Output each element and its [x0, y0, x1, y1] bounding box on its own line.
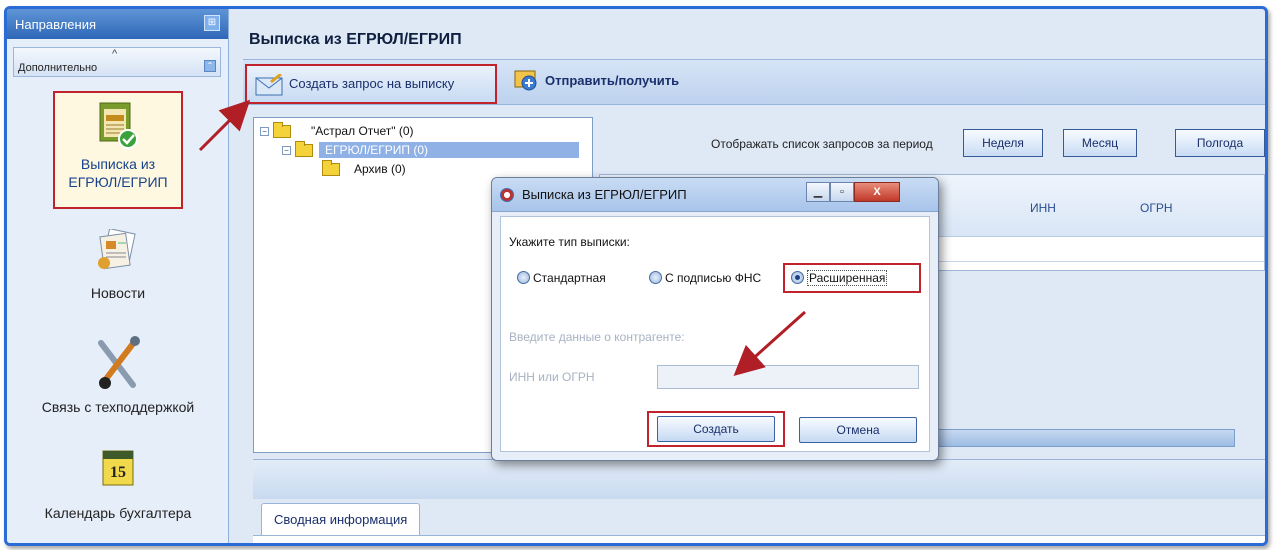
- period-month-button[interactable]: Месяц: [1063, 129, 1137, 157]
- contractor-label: Введите данные о контрагенте:: [509, 330, 685, 344]
- radio-standard[interactable]: Стандартная: [517, 271, 606, 285]
- sidebar-item-egrul[interactable]: Выписка из ЕГРЮЛ/ЕГРИП: [53, 91, 183, 209]
- radio-label: Стандартная: [533, 271, 606, 285]
- period-week-button[interactable]: Неделя: [963, 129, 1043, 157]
- sidebar-header-label: Направления: [15, 17, 97, 32]
- minimize-icon[interactable]: ▁: [806, 182, 830, 202]
- cancel-button[interactable]: Отмена: [799, 417, 917, 443]
- toolbar: Создать запрос на выписку Отправить/полу…: [243, 59, 1265, 105]
- sidebar-item-label: Новости: [90, 285, 146, 301]
- chevron-up-icon[interactable]: ^: [112, 48, 117, 60]
- news-icon: [98, 229, 136, 270]
- send-receive-label: Отправить/получить: [545, 73, 680, 88]
- extract-type-dialog: Выписка из ЕГРЮЛ/ЕГРИП ▁ ▫ X Укажите тип…: [491, 177, 939, 461]
- collapse-icon[interactable]: ⌃: [204, 60, 216, 72]
- column-ogrn[interactable]: ОГРН: [1140, 201, 1173, 215]
- dialog-title: Выписка из ЕГРЮЛ/ЕГРИП: [522, 187, 687, 202]
- radio-button-icon[interactable]: [517, 271, 530, 284]
- dialog-titlebar[interactable]: Выписка из ЕГРЮЛ/ЕГРИП ▁ ▫ X: [492, 178, 938, 212]
- tree-node-astral[interactable]: − "Астрал Отчет" (0): [260, 122, 414, 139]
- sidebar-header: Направления ⊞: [7, 9, 228, 39]
- dialog-prompt: Укажите тип выписки:: [509, 235, 630, 249]
- sidebar-item-label: Календарь бухгалтера: [44, 505, 192, 521]
- calendar-icon: 15: [102, 450, 134, 486]
- radio-label: Расширенная: [807, 270, 888, 286]
- radio-button-selected-icon[interactable]: [791, 271, 804, 284]
- inn-ogrn-label: ИНН или ОГРН: [509, 370, 595, 384]
- tab-summary[interactable]: Сводная информация: [261, 503, 421, 535]
- folder-icon: [295, 141, 313, 158]
- splitter-bar[interactable]: [253, 459, 1265, 499]
- create-request-label: Создать запрос на выписку: [289, 76, 455, 91]
- summary-pane: [253, 535, 1265, 543]
- send-receive-button[interactable]: Отправить/получить: [513, 70, 680, 91]
- radio-button-icon[interactable]: [649, 271, 662, 284]
- tree-node-archive[interactable]: Архив (0): [312, 160, 406, 177]
- tree-node-label: ЕГРЮЛ/ЕГРИП (0): [319, 142, 579, 158]
- sidebar: Направления ⊞ ^ Дополнительно ⌃ Выписка …: [7, 9, 229, 543]
- tools-icon: [98, 336, 140, 389]
- create-request-button[interactable]: Создать запрос на выписку: [245, 64, 497, 104]
- column-inn[interactable]: ИНН: [1030, 201, 1056, 215]
- app-window: Направления ⊞ ^ Дополнительно ⌃ Выписка …: [4, 6, 1268, 546]
- page-title: Выписка из ЕГРЮЛ/ЕГРИП: [249, 31, 462, 48]
- sidebar-group-label: Дополнительно: [18, 62, 98, 74]
- dialog-body: Укажите тип выписки: Стандартная С подпи…: [500, 216, 930, 452]
- maximize-icon[interactable]: ▫: [830, 182, 854, 202]
- send-receive-icon: [514, 70, 537, 91]
- create-button[interactable]: Создать: [657, 416, 775, 442]
- sidebar-group-additional[interactable]: ^ Дополнительно ⌃: [13, 47, 221, 77]
- collapse-icon[interactable]: −: [282, 146, 291, 156]
- tree-node-egrul[interactable]: − ЕГРЮЛ/ЕГРИП (0): [282, 141, 579, 158]
- sidebar-item-label: Связь с техподдержкой: [41, 399, 195, 415]
- tree-node-label: "Астрал Отчет" (0): [311, 124, 414, 138]
- radio-label: С подписью ФНС: [665, 271, 762, 285]
- period-halfyear-button[interactable]: Полгода: [1175, 129, 1265, 157]
- inn-ogrn-input[interactable]: [657, 365, 919, 389]
- sidebar-item-calendar[interactable]: 15 Календарь бухгалтера: [7, 447, 229, 521]
- svg-text:15: 15: [110, 464, 126, 481]
- egrul-extract-icon: [99, 102, 138, 149]
- period-label: Отображать список запросов за период: [711, 137, 933, 151]
- radio-extended[interactable]: Расширенная: [791, 270, 888, 286]
- close-icon[interactable]: X: [854, 182, 900, 202]
- folder-icon: [273, 122, 291, 139]
- sidebar-item-support[interactable]: Связь с техподдержкой: [7, 335, 229, 415]
- radio-fns-signed[interactable]: С подписью ФНС: [649, 271, 761, 285]
- collapse-icon[interactable]: −: [260, 127, 269, 137]
- pin-icon[interactable]: ⊞: [204, 15, 220, 31]
- folder-icon: [322, 160, 340, 177]
- sidebar-item-label: Выписка из ЕГРЮЛ/ЕГРИП: [68, 156, 168, 190]
- app-logo-icon: [500, 188, 514, 202]
- tree-node-label: Архив (0): [354, 162, 406, 176]
- envelope-icon: [255, 74, 283, 96]
- sidebar-item-news[interactable]: Новости: [7, 229, 229, 301]
- highlight-box: Создать: [647, 411, 785, 447]
